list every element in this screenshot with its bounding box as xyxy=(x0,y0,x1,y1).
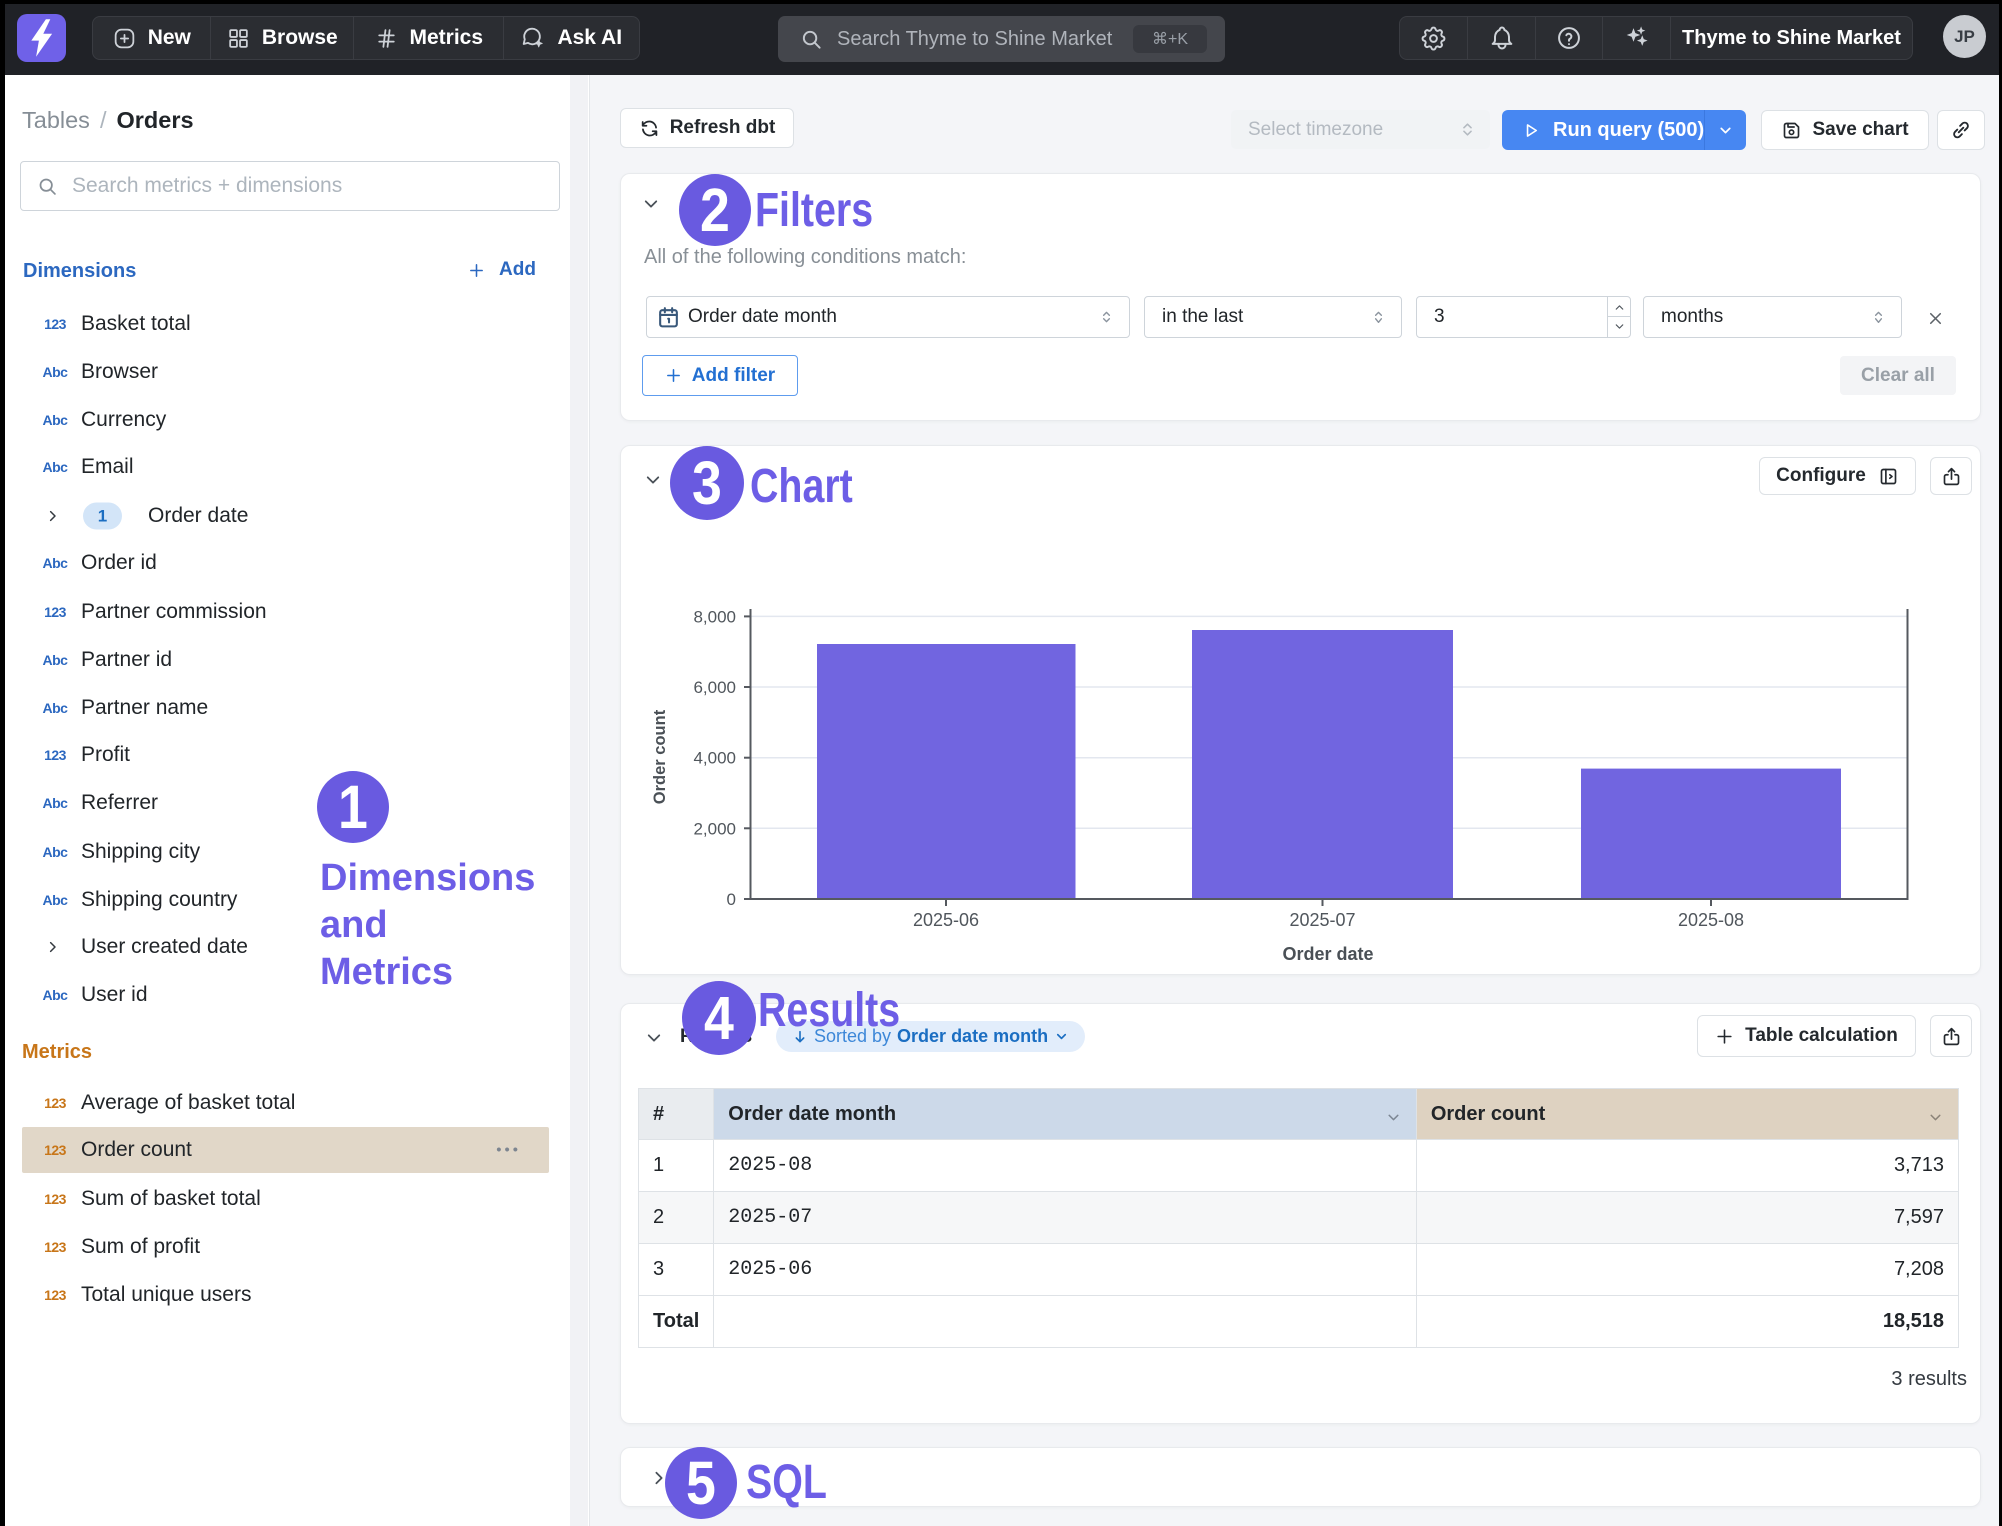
svg-text:6,000: 6,000 xyxy=(693,678,736,697)
svg-text:4,000: 4,000 xyxy=(693,749,736,768)
svg-text:2025-06: 2025-06 xyxy=(913,910,979,930)
svg-text:Order count: Order count xyxy=(651,709,669,804)
svg-text:0: 0 xyxy=(727,890,736,909)
svg-text:2025-07: 2025-07 xyxy=(1289,910,1355,930)
svg-text:8,000: 8,000 xyxy=(693,607,736,626)
svg-text:Order date: Order date xyxy=(1282,944,1373,964)
svg-text:2,000: 2,000 xyxy=(693,819,736,838)
svg-text:2025-08: 2025-08 xyxy=(1678,910,1744,930)
